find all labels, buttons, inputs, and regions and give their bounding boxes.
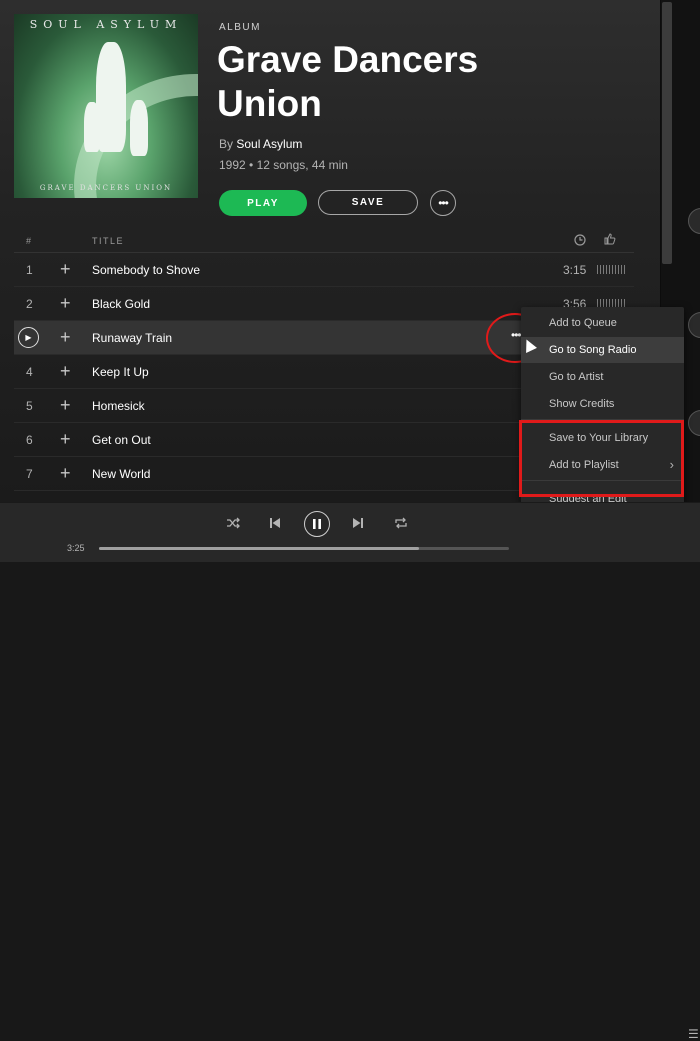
add-track-icon[interactable]: + [60, 361, 71, 382]
track-table-header: # TITLE [14, 232, 634, 253]
pause-icon [313, 519, 321, 529]
save-button[interactable]: SAVE [318, 190, 418, 215]
menu-item-label: Show Credits [549, 398, 615, 410]
annotation-box [519, 420, 684, 497]
add-track-icon[interactable]: + [60, 395, 71, 416]
cover-figure [96, 42, 126, 152]
player-bar: 3:25 ☰ [0, 502, 700, 1041]
add-track-icon[interactable]: + [60, 259, 71, 280]
elapsed-time: 3:25 [67, 543, 85, 553]
album-title: Grave Dancers Union [217, 39, 479, 124]
track-title[interactable]: Get on Out [92, 433, 151, 447]
queue-icon[interactable]: ☰ [688, 1027, 699, 1041]
more-icon: ••• [438, 196, 449, 210]
track-number: 1 [26, 263, 33, 277]
artist-link[interactable]: Soul Asylum [236, 137, 302, 151]
thumbs-up-icon[interactable] [604, 233, 616, 245]
track-title[interactable]: Somebody to Shove [92, 263, 200, 277]
menu-item-label: Add to Queue [549, 317, 617, 329]
previous-icon[interactable] [270, 518, 280, 528]
menu-item-show-credits[interactable]: Show Credits [521, 391, 684, 417]
track-title[interactable]: Keep It Up [92, 365, 149, 379]
repeat-icon[interactable] [394, 517, 408, 529]
track-number: 7 [26, 467, 33, 481]
add-track-icon[interactable]: + [60, 429, 71, 450]
track-number: 5 [26, 399, 33, 413]
shuffle-icon[interactable] [226, 517, 240, 529]
track-title[interactable]: Homesick [92, 399, 145, 413]
popularity-bar [597, 265, 627, 274]
clock-icon[interactable] [574, 234, 586, 246]
header-num: # [26, 236, 33, 246]
header-title[interactable]: TITLE [92, 236, 124, 246]
track-title[interactable]: New World [92, 467, 150, 481]
add-track-icon[interactable]: + [60, 327, 71, 348]
track-number: 4 [26, 365, 33, 379]
menu-item-go-to-artist[interactable]: Go to Artist [521, 364, 684, 390]
play-button[interactable]: PLAY [219, 190, 307, 216]
menu-item-add-to-queue[interactable]: Add to Queue [521, 310, 684, 336]
progress-fill [99, 547, 419, 550]
cover-band-text: SOUL ASYLUM [29, 18, 183, 31]
scrollbar-thumb[interactable] [662, 2, 672, 264]
track-number: 6 [26, 433, 33, 447]
album-byline: By Soul Asylum [219, 137, 302, 151]
pause-button[interactable] [304, 511, 330, 537]
track-title[interactable]: Black Gold [92, 297, 150, 311]
cover-album-text: GRAVE DANCERS UNION [39, 184, 173, 192]
cover-figure [84, 102, 100, 152]
play-track-icon[interactable]: ▶ [18, 327, 39, 348]
menu-item-label: Go to Song Radio [549, 344, 637, 356]
track-title[interactable]: Runaway Train [92, 331, 172, 345]
add-track-icon[interactable]: + [60, 293, 71, 314]
progress-bar[interactable] [99, 547, 509, 550]
menu-item-go-to-song-radio[interactable]: Go to Song Radio [521, 337, 684, 363]
album-meta: 1992 • 12 songs, 44 min [219, 158, 348, 172]
cover-figure [130, 100, 148, 156]
album-type-label: ALBUM [219, 22, 261, 33]
add-track-icon[interactable]: + [60, 463, 71, 484]
album-cover: SOUL ASYLUM GRAVE DANCERS UNION [14, 14, 198, 198]
track-row[interactable]: 1 + Somebody to Shove 3:15 [14, 253, 634, 287]
next-icon[interactable] [353, 518, 363, 528]
more-options-button[interactable]: ••• [430, 190, 456, 216]
by-prefix: By [219, 137, 234, 151]
menu-item-label: Go to Artist [549, 371, 604, 383]
track-number: 2 [26, 297, 33, 311]
track-duration: 3:15 [563, 263, 587, 277]
